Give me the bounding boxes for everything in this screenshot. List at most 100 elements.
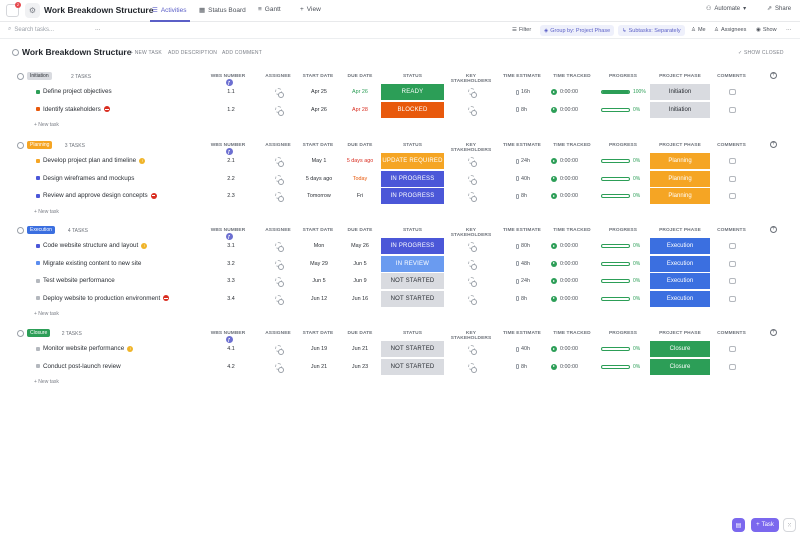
time-tracked[interactable]: 0:00:00 <box>551 89 578 95</box>
project-phase-badge[interactable]: Planning <box>650 153 710 169</box>
project-phase-badge[interactable]: Closure <box>650 341 710 357</box>
stakeholders-column-header[interactable]: KEY STAKEHOLDERS <box>446 74 496 84</box>
play-timer-icon[interactable] <box>551 278 557 284</box>
due-date[interactable]: Apr 26 <box>342 89 378 95</box>
due-date-column-header[interactable]: DUE DATE <box>344 143 376 148</box>
status-square-icon[interactable] <box>36 296 40 300</box>
time-tracked[interactable]: 0:00:00 <box>551 278 578 284</box>
start-date[interactable]: Tomorrow <box>302 193 336 199</box>
time-estimate[interactable]: 24h <box>516 278 530 284</box>
time-tracked[interactable]: 0:00:00 <box>551 158 578 164</box>
start-date-column-header[interactable]: START DATE <box>302 74 334 79</box>
new-task-link[interactable]: + NEW TASK <box>130 50 162 56</box>
assignees-button[interactable]: ♙ Assignees <box>714 27 746 33</box>
assign-user-icon[interactable] <box>274 174 284 185</box>
assignee-column-header[interactable]: ASSIGNEE <box>262 143 294 148</box>
task-name[interactable]: Deploy website to production environment <box>36 295 170 302</box>
time-estimate-column-header[interactable]: TIME ESTIMATE <box>502 143 542 148</box>
time-tracked[interactable]: 0:00:00 <box>551 106 578 113</box>
add-column-icon[interactable]: + <box>770 72 777 79</box>
status-badge[interactable]: NOT STARTED <box>381 341 444 357</box>
new-task-button[interactable]: + New task <box>34 122 59 128</box>
play-timer-icon[interactable] <box>551 243 557 249</box>
play-timer-icon[interactable] <box>551 106 557 113</box>
project-phase-badge[interactable]: Closure <box>650 358 710 375</box>
add-column-icon[interactable]: + <box>770 329 777 336</box>
wbs-column-header[interactable]: WBS NUMBERƒ <box>208 228 248 240</box>
status-square-icon[interactable] <box>36 278 40 283</box>
add-task-button[interactable]: + Task <box>751 518 779 532</box>
time-tracked-column-header[interactable]: TIME TRACKED <box>552 74 592 79</box>
time-tracked[interactable]: 0:00:00 <box>551 295 578 302</box>
share-button[interactable]: ⇗ Share <box>767 5 791 13</box>
due-date[interactable]: 5 days ago <box>342 158 378 164</box>
status-badge[interactable]: IN PROGRESS <box>381 170 444 187</box>
due-date-column-header[interactable]: DUE DATE <box>344 74 376 79</box>
status-column-header[interactable]: STATUS <box>381 143 444 148</box>
assign-user-icon[interactable] <box>274 345 284 355</box>
time-estimate[interactable]: 16h <box>516 89 530 95</box>
add-stakeholder-icon[interactable] <box>467 294 477 305</box>
time-estimate-column-header[interactable]: TIME ESTIMATE <box>502 74 542 79</box>
progress-column-header[interactable]: PROGRESS <box>603 143 643 148</box>
me-filter-button[interactable]: ♙ Me <box>691 27 706 33</box>
time-estimate[interactable]: 40h <box>516 346 530 352</box>
start-date[interactable]: May 1 <box>302 158 336 164</box>
assign-user-icon[interactable] <box>274 362 284 373</box>
time-estimate[interactable]: 8h <box>516 364 527 370</box>
show-closed-link[interactable]: ✓ SHOW CLOSED <box>738 50 784 56</box>
automate-button[interactable]: ⚇ Automate ▾ <box>706 5 746 13</box>
new-task-button[interactable]: + New task <box>34 379 59 385</box>
task-name[interactable]: Define project objectives <box>36 88 112 95</box>
time-estimate[interactable]: 8h <box>516 107 527 113</box>
time-estimate[interactable]: 8h <box>516 296 527 302</box>
status-square-icon[interactable] <box>36 107 40 111</box>
add-stakeholder-icon[interactable] <box>467 105 477 116</box>
comment-icon[interactable] <box>729 89 736 95</box>
filter-button[interactable]: ☰ Filter <box>512 27 531 33</box>
task-name[interactable]: Migrate existing content to new site <box>36 260 141 267</box>
wbs-column-header[interactable]: WBS NUMBERƒ <box>208 331 248 343</box>
status-square-icon[interactable] <box>36 89 40 94</box>
wbs-column-header[interactable]: WBS NUMBERƒ <box>208 143 248 155</box>
comments-column-header[interactable]: COMMENTS <box>714 331 749 336</box>
status-badge[interactable]: READY <box>381 84 444 100</box>
task-name[interactable]: Design wireframes and mockups <box>36 175 134 182</box>
start-date[interactable]: Apr 26 <box>302 107 336 113</box>
due-date[interactable]: May 26 <box>342 243 378 249</box>
assign-user-icon[interactable] <box>274 259 284 270</box>
add-stakeholder-icon[interactable] <box>467 277 477 287</box>
assignee-column-header[interactable]: ASSIGNEE <box>262 228 294 233</box>
group-by-button[interactable]: ◈ Group by: Project Phase <box>540 25 615 36</box>
start-date[interactable]: Jun 19 <box>302 346 336 352</box>
status-badge[interactable]: NOT STARTED <box>381 358 444 375</box>
info-icon[interactable]: ⓘ <box>118 49 124 58</box>
comments-column-header[interactable]: COMMENTS <box>714 228 749 233</box>
due-date[interactable]: Jun 16 <box>342 296 378 302</box>
status-badge[interactable]: NOT STARTED <box>381 273 444 289</box>
progress-column-header[interactable]: PROGRESS <box>603 331 643 336</box>
project-phase-badge[interactable]: Planning <box>650 170 710 187</box>
status-badge[interactable]: IN REVIEW <box>381 255 444 272</box>
comment-icon[interactable] <box>729 243 736 249</box>
due-date-column-header[interactable]: DUE DATE <box>344 331 376 336</box>
assign-user-icon[interactable] <box>274 157 284 167</box>
assign-user-icon[interactable] <box>274 192 284 202</box>
project-phase-badge[interactable]: Planning <box>650 188 710 204</box>
status-square-icon[interactable] <box>36 158 40 163</box>
start-date-column-header[interactable]: START DATE <box>302 331 334 336</box>
new-task-button[interactable]: + New task <box>34 209 59 215</box>
status-square-icon[interactable] <box>36 243 40 248</box>
time-tracked[interactable]: 0:00:00 <box>551 175 578 182</box>
status-badge[interactable]: NOT STARTED <box>381 290 444 307</box>
more-options-icon[interactable]: ··· <box>95 27 101 33</box>
due-date-column-header[interactable]: DUE DATE <box>344 228 376 233</box>
assignee-column-header[interactable]: ASSIGNEE <box>262 74 294 79</box>
project-phase-badge[interactable]: Execution <box>650 238 710 254</box>
due-date[interactable]: Fri <box>342 193 378 199</box>
collapse-group-icon[interactable] <box>17 142 24 149</box>
comment-icon[interactable] <box>729 295 736 302</box>
assign-user-icon[interactable] <box>274 88 284 98</box>
apps-button[interactable]: ⁙ <box>783 518 796 532</box>
project-phase-badge[interactable]: Execution <box>650 290 710 307</box>
